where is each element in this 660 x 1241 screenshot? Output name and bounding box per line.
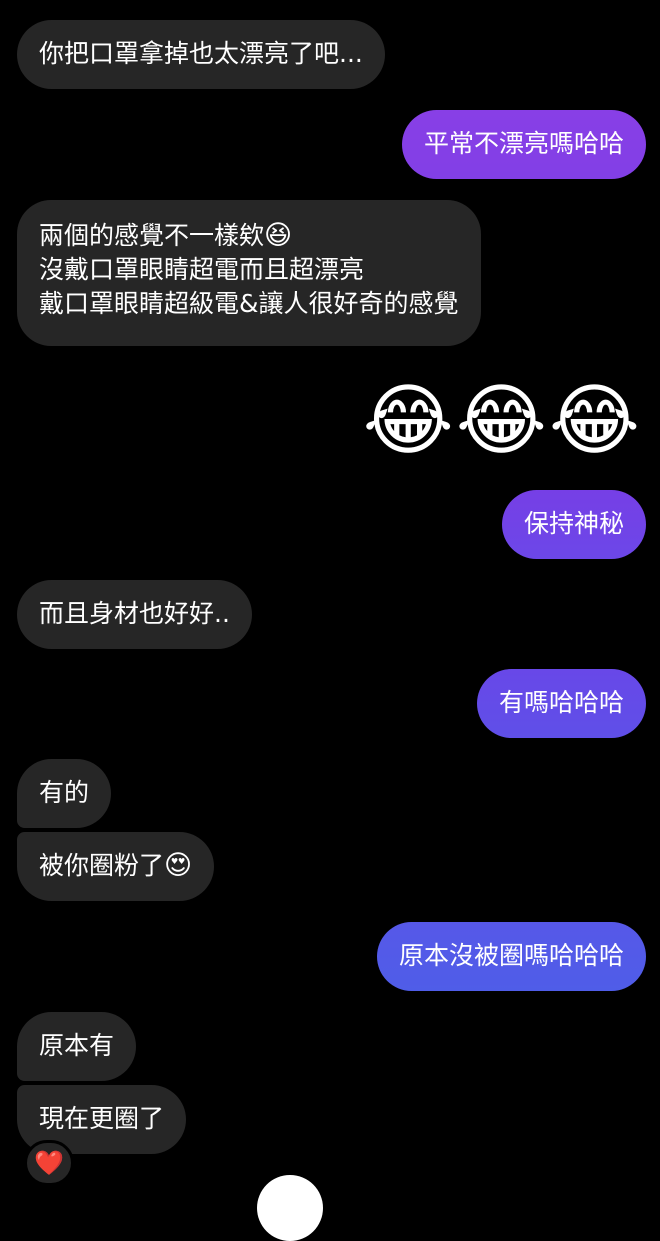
message-line: 戴口罩眼睛超級電&讓人很好奇的感覺 [39,289,459,318]
message-text: 現在更圈了 [39,1104,165,1133]
tears-of-joy-emoji-icon[interactable]: 😂😂😂 [363,376,642,466]
message-line: 沒戴口罩眼睛超電而且超漂亮 [39,255,365,284]
scroll-down-button[interactable] [257,1175,323,1241]
message-text: 原本有 [39,1031,115,1060]
heart-reaction-icon[interactable]: ❤️ [24,1140,74,1186]
message-bubble-outgoing[interactable]: 有嗎哈哈哈 [476,669,646,738]
message-bubble-incoming[interactable]: 原本有 [17,1012,137,1081]
message-bubble-outgoing[interactable]: 保持神秘 [501,490,646,559]
message-text: 平常不漂亮嗎哈哈 [423,129,624,158]
message-bubble-incoming[interactable]: 被你圈粉了😍 [17,832,215,901]
laughing-emoji-icon: 😆 [264,220,293,251]
message-text: 保持神秘 [523,509,624,538]
message-bubble-outgoing[interactable]: 原本沒被圈嗎哈哈哈 [376,922,646,991]
message-bubble-incoming[interactable]: 兩個的感覺不一樣欸😆 沒戴口罩眼睛超電而且超漂亮 戴口罩眼睛超級電&讓人很好奇的… [17,200,481,346]
message-bubble-incoming[interactable]: 你把口罩拿掉也太漂亮了吧... [17,20,385,89]
message-bubble-outgoing[interactable]: 平常不漂亮嗎哈哈 [401,110,646,179]
heart-eyes-emoji-icon: 😍 [164,850,193,881]
message-text: 兩個的感覺不一樣欸 [39,221,265,250]
message-text: 你把口罩拿掉也太漂亮了吧... [39,39,363,68]
message-bubble-incoming[interactable]: 有的 [17,759,112,828]
message-bubble-incoming[interactable]: 而且身材也好好.. [17,580,252,649]
message-text: 有嗎哈哈哈 [498,688,624,717]
message-text: 被你圈粉了 [39,851,165,880]
message-line: 兩個的感覺不一樣欸😆 [39,219,459,253]
message-text: 有的 [39,778,90,807]
message-text: 而且身材也好好.. [39,599,230,628]
message-text: 原本沒被圈嗎哈哈哈 [398,941,624,970]
